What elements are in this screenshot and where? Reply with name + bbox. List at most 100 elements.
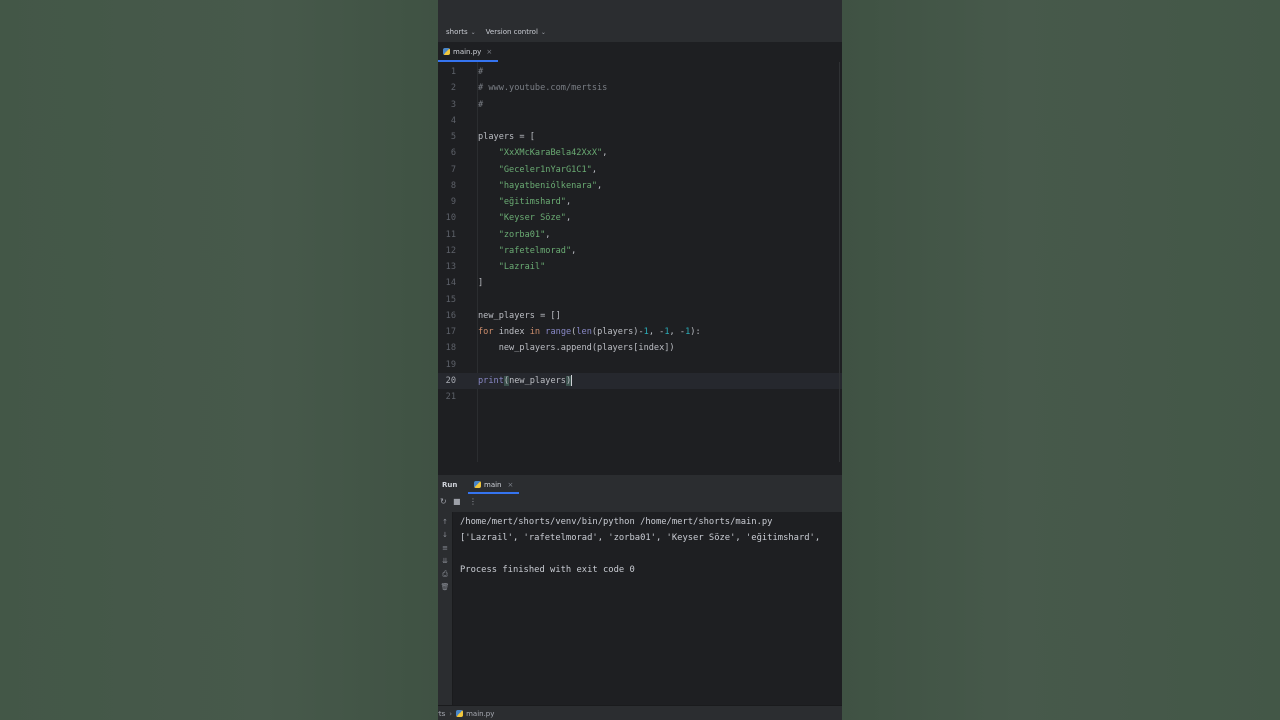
run-side-toolbar: ↑ ↓ ≡ ⇊ ⎙ 🗑 [438, 512, 453, 705]
soft-wrap-icon[interactable]: ≡ [440, 544, 450, 552]
code-line[interactable]: 8 "hayatbeniólkenara", [438, 178, 842, 194]
code-token: "Lazrail" [498, 262, 546, 272]
code-line[interactable]: 5 players = [ [438, 129, 842, 145]
code-token: index [493, 327, 530, 337]
code-text: # [478, 97, 483, 113]
run-tab-main[interactable]: main × [468, 477, 520, 494]
more-options-icon[interactable]: ⋮ [469, 497, 477, 506]
code-line[interactable]: 7 "Geceler1nYarG1C1", [438, 162, 842, 178]
close-icon[interactable]: × [508, 481, 514, 489]
line-number: 7 [450, 164, 456, 175]
scroll-to-end-icon[interactable]: ⇊ [440, 557, 450, 565]
code-token: for [478, 327, 494, 337]
code-token: "Geceler1nYarG1C1" [498, 164, 592, 175]
code-line[interactable]: 4 [438, 113, 842, 129]
background-left [0, 0, 438, 720]
code-token: new_players.append(players[index]) [478, 343, 675, 354]
rerun-icon[interactable]: ↻ [440, 497, 447, 506]
project-selector[interactable]: shorts ⌄ [446, 28, 476, 36]
code-text: for index in range(len(players)-1, -1, -… [478, 324, 701, 340]
code-text: print(new_players) [478, 373, 573, 389]
editor-bottom-area [438, 462, 842, 476]
code-token: players = [ [478, 132, 535, 142]
code-line[interactable]: 14] [438, 275, 842, 291]
run-panel-title: Run [442, 481, 458, 489]
run-console-output[interactable]: /home/mert/shorts/venv/bin/python /home/… [453, 512, 842, 705]
line-number: 12 [445, 245, 456, 256]
python-file-icon [443, 48, 450, 55]
line-number: 8 [450, 180, 456, 191]
code-token: # www.youtube.com/mertsis [478, 83, 608, 94]
code-line[interactable]: 20 print(new_players) [438, 372, 842, 389]
code-token: new_players [509, 375, 566, 386]
code-token: range [545, 327, 572, 337]
line-number: 11 [445, 229, 456, 240]
code-line[interactable]: 18 new_players.append(players[index]) [438, 340, 842, 356]
code-text: "XxXMcKaraBela42XxX", [478, 145, 608, 161]
arrow-up-icon[interactable]: ↑ [440, 518, 450, 526]
line-number: 13 [445, 262, 456, 272]
code-line[interactable]: 2 # www.youtube.com/mertsis [438, 80, 842, 96]
version-control-menu[interactable]: Version control ⌄ [486, 28, 546, 36]
code-line[interactable]: 11 "zorba01", [438, 227, 842, 243]
code-line[interactable]: 3 # [438, 97, 842, 113]
print-icon[interactable]: ⎙ [440, 570, 450, 579]
chevron-down-icon: ⌄ [470, 28, 476, 36]
code-line[interactable]: 13 "Lazrail" [438, 259, 842, 275]
tab-main-py[interactable]: main.py × [438, 43, 499, 62]
version-control-label: Version control [485, 28, 538, 36]
code-token: "eğitimshard" [498, 197, 566, 207]
code-token: in [529, 327, 541, 337]
code-line[interactable]: 21 [438, 389, 842, 405]
code-token: , [565, 213, 572, 224]
python-file-icon [456, 710, 464, 717]
code-token: "zorba01" [498, 229, 546, 240]
close-icon[interactable]: × [486, 48, 492, 56]
code-token: , [545, 229, 551, 240]
code-line[interactable]: 19 [438, 357, 842, 373]
tab-label: main.py [453, 47, 482, 56]
editor-tab-bar: main.py × [438, 43, 842, 63]
line-number: 14 [445, 278, 456, 289]
code-line[interactable]: 15 [438, 292, 842, 308]
code-token: , - [648, 327, 665, 337]
code-text: "Geceler1nYarG1C1", [478, 162, 597, 178]
arrow-down-icon[interactable]: ↓ [440, 531, 450, 539]
code-token: , [591, 164, 598, 175]
line-number: 18 [445, 343, 456, 354]
line-number: 15 [445, 294, 456, 305]
code-token: "Keyser Söze" [498, 213, 566, 224]
breadcrumb-project[interactable]: rts [438, 710, 445, 718]
line-number: 4 [450, 115, 456, 126]
line-number: 21 [445, 392, 456, 402]
code-editor[interactable]: 1 #2 # www.youtube.com/mertsis 3 #4 5 players … [438, 62, 842, 462]
code-line[interactable]: 12 "rafetelmorad", [438, 243, 842, 259]
line-number: 20 [445, 375, 456, 386]
trash-icon[interactable]: 🗑 [440, 583, 450, 591]
run-tab-label: main [484, 480, 502, 489]
line-number: 1 [450, 67, 456, 77]
code-line[interactable]: 1 # [438, 64, 842, 80]
code-line[interactable]: 10 "Keyser Söze", [438, 210, 842, 226]
console-line: /home/mert/shorts/venv/bin/python /home/… [460, 517, 773, 527]
code-line[interactable]: 17 for index in range(len(players)-1, -1,… [438, 324, 842, 340]
line-number: 10 [445, 213, 456, 224]
code-token: , [602, 148, 608, 159]
code-token: "XxXMcKaraBela42XxX" [498, 148, 603, 159]
breadcrumb-file[interactable]: main.py [466, 710, 494, 718]
code-token: , - [669, 327, 686, 337]
code-text: new_players = [] [478, 308, 561, 324]
project-name: shorts [446, 28, 468, 36]
text-caret [571, 374, 573, 386]
python-run-icon [474, 481, 481, 488]
code-line[interactable]: 9 "eğitimshard", [438, 194, 842, 210]
code-token: # [478, 99, 484, 110]
editor-scrollbar[interactable] [839, 62, 840, 462]
code-line[interactable]: 16 new_players = [] [438, 308, 842, 324]
code-text: "rafetelmorad", [478, 243, 577, 259]
code-line[interactable]: 6 "XxXMcKaraBela42XxX", [438, 145, 842, 161]
stop-icon[interactable]: ■ [453, 497, 461, 506]
